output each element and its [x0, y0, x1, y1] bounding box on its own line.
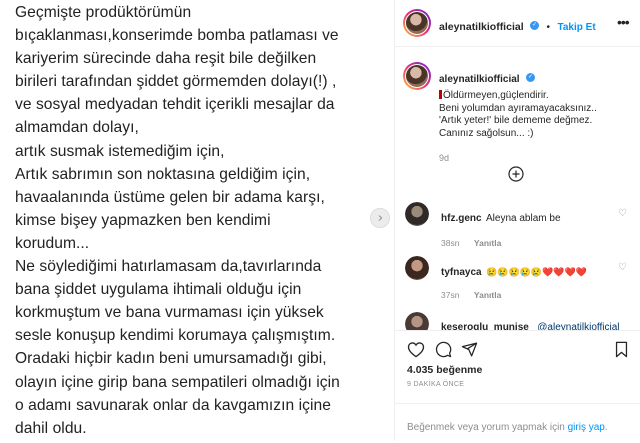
post-text-line: Artık sabrımın son noktasına geldiğim iç…: [15, 165, 311, 183]
ellipsis-icon[interactable]: •••: [617, 14, 630, 30]
login-prompt-text: Beğenmek veya yorum yapmak için: [407, 422, 568, 433]
comment-item: keseroglu_munise @aleynatilkiofficial: [405, 312, 635, 330]
caption-line: Canınız sağolsun... :): [439, 127, 534, 139]
post-text-line: Geçmişte prodüktörümün: [15, 4, 192, 21]
avatar[interactable]: [405, 312, 429, 330]
share-button[interactable]: [459, 339, 479, 359]
post-text: Geçmişte prodüktörümün bıçaklanması,konse…: [15, 0, 387, 440]
red-flag-icon: [439, 90, 442, 99]
post-text-line: sesle konuşup kendimi korumaya çalışmışt…: [15, 327, 336, 345]
verified-badge-icon: ✓: [526, 73, 536, 83]
chevron-right-icon: [378, 215, 383, 221]
post-text-line: artık susmak istemediğim için,: [15, 142, 225, 160]
post-text-line: bana şiddet uygulama ihtimali olduğu içi…: [15, 281, 302, 299]
caption-line: Öldürmeyen,güçlendirir.: [443, 90, 549, 101]
login-prompt-suffix: .: [604, 422, 608, 433]
bookmark-icon: [615, 341, 627, 357]
caption-time[interactable]: 9d: [439, 153, 634, 163]
comment-username[interactable]: keseroglu_munise: [441, 322, 529, 330]
login-link[interactable]: giriş yap: [568, 422, 605, 433]
header-username[interactable]: aleynatilkiofficial: [439, 21, 524, 33]
post-actions: 4.035 beğenme 9 DAKİKA ÖNCE Beğenmek vey…: [395, 330, 640, 442]
caption-username[interactable]: aleynatilkiofficial: [439, 74, 520, 85]
caption-line: 'Artık yeter!' bile dememe değmez.: [439, 115, 593, 126]
comment-mention[interactable]: @aleynatilkiofficial: [537, 322, 619, 330]
heart-icon: [407, 341, 425, 357]
post-time-ago[interactable]: 9 DAKİKA ÖNCE: [407, 381, 464, 388]
like-count[interactable]: 4.035 beğenme: [407, 364, 482, 376]
post-text-line: Oradaki hiçbir kadın beni umursamadığı g…: [15, 350, 327, 368]
comment-username[interactable]: hfz.genc: [441, 213, 482, 224]
plus-circle-icon: [508, 166, 524, 182]
post-text-line: bıçaklanması,konserimde bomba patlaması …: [15, 27, 339, 45]
comment-time[interactable]: 38sn: [441, 238, 459, 248]
comment-button[interactable]: [433, 339, 453, 359]
post-text-line: ve sosyal medyadan tehdit içerikli mesaj…: [15, 96, 335, 114]
comment-icon: [435, 341, 451, 357]
post-text-line: almamdan dolayı,: [15, 119, 139, 137]
reply-button[interactable]: Yanıtla: [474, 290, 501, 300]
post-text-line: korudum...: [15, 234, 90, 252]
comment-time[interactable]: 37sn: [441, 290, 459, 300]
post-text-line: kariyerim sürecinde daha reşit bile deği…: [15, 50, 317, 68]
reply-button[interactable]: Yanıtla: [474, 238, 501, 248]
post-text-line: birileri tarafından şiddet görmemden dol…: [15, 73, 337, 91]
load-more-comments-button[interactable]: [508, 166, 524, 187]
avatar[interactable]: [403, 9, 431, 37]
share-icon: [461, 341, 477, 357]
caption-avatar[interactable]: [403, 62, 431, 90]
comment-text: 😢😢😢😢😢❤️❤️❤️❤️: [486, 267, 587, 277]
post-header: aleynatilkiofficial ✓ • Takip Et •••: [395, 0, 640, 47]
follow-button[interactable]: Takip Et: [558, 22, 596, 33]
like-button[interactable]: [406, 339, 426, 359]
avatar[interactable]: [405, 202, 429, 226]
caption-line: Beni yolumdan ayıramayacaksınız..: [439, 102, 597, 114]
avatar[interactable]: [405, 256, 429, 280]
heart-outline-icon[interactable]: ♡: [618, 262, 627, 273]
comment-username[interactable]: tyfnayca: [441, 267, 482, 278]
post-text-line: kimse bişey yapmazken ben kendimi: [15, 211, 271, 229]
post-text-line: korkmuştum ve bana vurmaması için yüksek: [15, 304, 324, 322]
post-text-line: dahil oldu.: [15, 419, 87, 437]
heart-outline-icon[interactable]: ♡: [618, 208, 627, 219]
post-text-line: Ne söylediğimi hatırlamasam da,tavırları…: [15, 258, 322, 276]
post-text-line: havaalanında üstüme gelen bir adama karş…: [15, 188, 325, 206]
post-text-line: o adamı savunarak onlar da kavgamızın iç…: [15, 396, 331, 414]
login-prompt: Beğenmek veya yorum yapmak için giriş ya…: [395, 403, 640, 443]
separator-dot: •: [546, 22, 551, 33]
post-text-line: olayın içine girip bana sempatileri olma…: [15, 373, 340, 391]
comment-text: Aleyna ablam be: [486, 213, 561, 224]
caption-body: Öldürmeyen,güçlendirir. Beni yolumdan ay…: [439, 90, 634, 140]
post-side-panel: aleynatilkiofficial ✓ • Takip Et ••• ale…: [394, 0, 640, 442]
post-image[interactable]: Geçmişte prodüktörümün bıçaklanması,konse…: [0, 0, 394, 441]
next-image-button[interactable]: [370, 208, 390, 228]
save-button[interactable]: [611, 339, 631, 359]
verified-badge-icon: ✓: [530, 21, 540, 31]
